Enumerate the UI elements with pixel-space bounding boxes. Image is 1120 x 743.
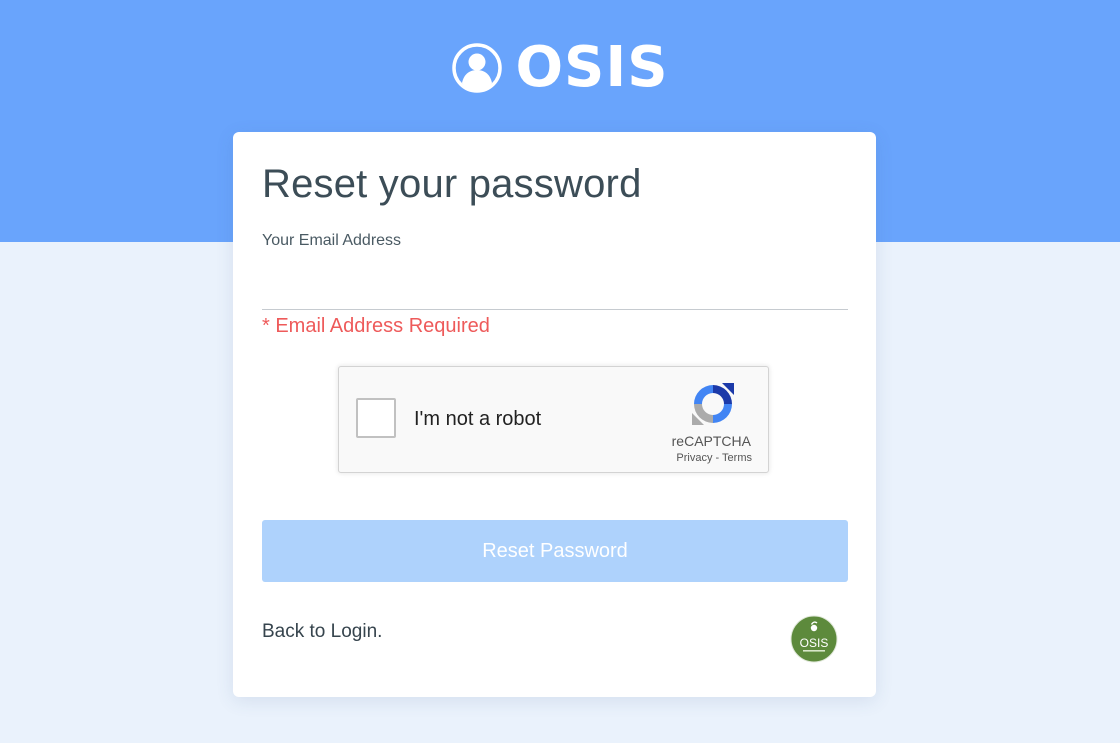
recaptcha-label: I'm not a robot [414,408,542,430]
osis-badge-icon: OSIS [790,615,838,663]
recaptcha-checkbox[interactable] [356,398,396,438]
email-error-message: * Email Address Required [262,315,490,337]
link-separator: - [715,452,720,464]
recaptcha-icon [692,383,734,425]
email-field[interactable] [262,262,848,310]
page-title: Reset your password [262,162,642,206]
brand-name: OSIS [515,35,669,100]
back-to-login-link[interactable]: Back to Login. [262,621,382,643]
badge-text: OSIS [800,636,829,650]
recaptcha-brand: reCAPTCHA [671,433,751,449]
recaptcha-links: Privacy - Terms [676,452,752,464]
recaptcha-widget: I'm not a robot reCAPTCHA Privacy - Term… [338,366,769,473]
privacy-link[interactable]: Privacy [676,452,712,464]
terms-link[interactable]: Terms [722,452,752,464]
reset-password-card: Reset your password Your Email Address *… [233,132,876,697]
brand-logo: OSIS [0,40,1120,96]
email-label: Your Email Address [262,232,402,249]
user-circle-icon [452,43,503,93]
reset-password-button[interactable]: Reset Password [262,520,848,582]
